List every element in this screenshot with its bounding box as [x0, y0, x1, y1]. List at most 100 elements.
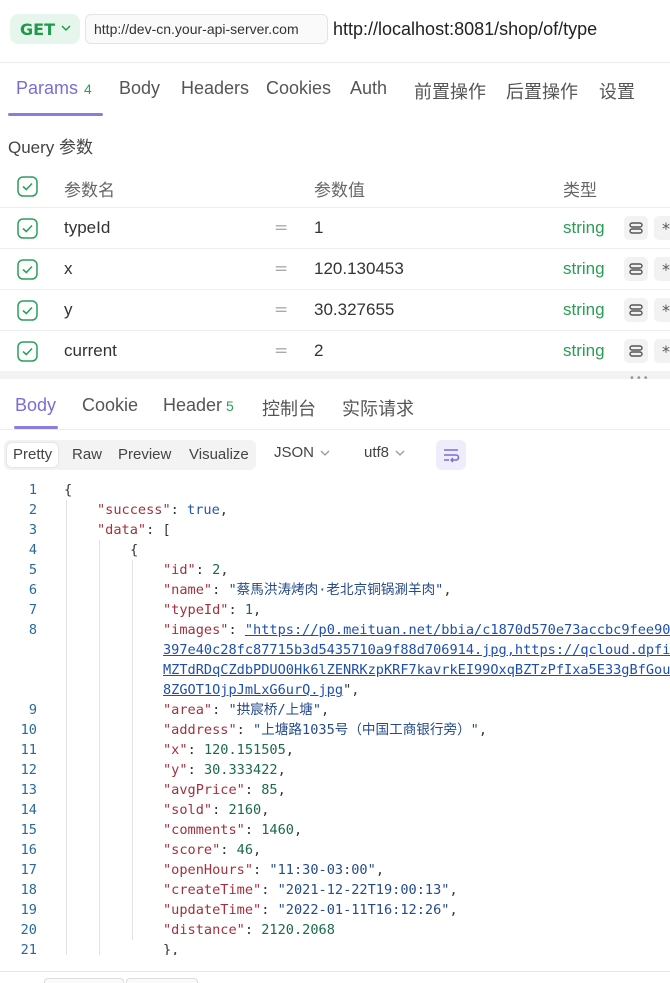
response-tab-cookie[interactable]: Cookie [82, 395, 138, 416]
json-key: "address" [163, 722, 237, 738]
json-key: "x" [163, 742, 188, 758]
param-type[interactable]: string [563, 300, 605, 320]
code-text: "id": 2, [163, 560, 229, 580]
panel-splitter[interactable] [0, 371, 670, 379]
json-key: "distance" [163, 922, 245, 938]
line-number: 15 [20, 822, 37, 838]
code-text: "data": [ [97, 520, 171, 540]
json-key: "createTime" [163, 882, 262, 898]
json-value[interactable]: MZTdRDqCZdbPDUO0Hk6lZENRKzpKRF7kavrkEI99… [163, 662, 670, 678]
param-checkbox[interactable] [17, 218, 38, 239]
code-text: { [64, 480, 72, 500]
mode-visualize[interactable]: Visualize [183, 443, 255, 467]
json-punctuation: , [293, 822, 303, 838]
json-value: 2120.2068 [261, 922, 335, 938]
link-icon[interactable] [624, 257, 648, 281]
params-count: 4 [84, 81, 92, 97]
tab-headers[interactable]: Headers [181, 78, 249, 99]
param-checkbox[interactable] [17, 300, 38, 321]
json-key: "avgPrice" [163, 782, 245, 798]
mode-preview[interactable]: Preview [112, 443, 177, 467]
tab-auth[interactable]: Auth [350, 78, 387, 99]
encoding-select[interactable]: utf8 [364, 444, 405, 461]
json-value[interactable]: 397e40c28fc87715b3d5435710a9f88d706914.j… [163, 642, 670, 658]
bottom-panel-tab[interactable] [44, 978, 124, 983]
json-punctuation: , [277, 782, 286, 798]
link-icon[interactable] [624, 298, 648, 322]
param-name[interactable]: typeId [64, 218, 110, 238]
line-number: 14 [20, 802, 37, 818]
more-icon[interactable]: * [654, 298, 670, 322]
code-line: 8 "images": "https://p0.meituan.net/bbia/… [0, 620, 670, 640]
tab-params[interactable]: Params 4 [16, 78, 92, 99]
line-number: 17 [20, 862, 37, 878]
url-input[interactable] [333, 14, 670, 44]
json-key: "images" [163, 622, 229, 638]
param-name[interactable]: y [64, 300, 73, 320]
environment-select[interactable]: http://dev-cn.your-api-server.com [85, 14, 328, 44]
colon: : [187, 742, 204, 758]
line-number: 7 [28, 602, 37, 618]
select-all-checkbox[interactable] [17, 176, 38, 197]
chevron-down-icon [61, 25, 71, 32]
colon: : [212, 702, 229, 718]
code-line: 5 "id": 2, [0, 560, 670, 580]
more-icon[interactable]: * [654, 339, 670, 363]
active-tab-indicator [8, 113, 103, 116]
drag-handle-icon[interactable]: ••• [629, 373, 650, 384]
json-punctuation: , [277, 762, 286, 778]
tab-post-operations[interactable]: 后置操作 [506, 78, 578, 104]
url-bar: GET http://dev-cn.your-api-server.com [0, 0, 670, 62]
request-tabs: Params 4 Body Headers Cookies Auth 前置操作 后… [0, 66, 670, 116]
param-name[interactable]: current [64, 341, 117, 361]
more-icon[interactable]: * [654, 216, 670, 240]
link-icon[interactable] [624, 216, 648, 240]
tab-body[interactable]: Body [119, 78, 160, 99]
code-text: 397e40c28fc87715b3d5435710a9f88d706914.j… [163, 640, 670, 660]
bottom-panel-tab[interactable] [126, 978, 198, 983]
code-text: MZTdRDqCZdbPDUO0Hk6lZENRKzpKRF7kavrkEI99… [163, 660, 670, 680]
response-tab-console[interactable]: 控制台 [262, 395, 316, 421]
code-line: 13 "avgPrice": 85, [0, 780, 670, 800]
json-value: "拱宸桥/上塘" [228, 702, 322, 718]
param-type[interactable]: string [563, 259, 605, 279]
param-value[interactable]: 1 [314, 218, 323, 238]
format-select[interactable]: JSON [274, 444, 330, 461]
word-wrap-button[interactable] [436, 440, 466, 470]
method-select[interactable]: GET [10, 14, 80, 44]
tab-cookies[interactable]: Cookies [266, 78, 331, 99]
code-line: 10 "address": "上塘路1035号（中国工商银行旁）", [0, 720, 670, 740]
response-tab-body[interactable]: Body [15, 395, 56, 416]
param-type[interactable]: string [563, 218, 605, 238]
mode-raw[interactable]: Raw [66, 443, 108, 467]
tab-settings[interactable]: 设置 [599, 78, 635, 104]
more-icon[interactable]: * [654, 257, 670, 281]
equals-sign: = [274, 218, 289, 238]
json-value[interactable]: 8ZGOT1OjpJmLxG6urQ.jpg [163, 682, 343, 698]
code-line: 20 "distance": 2120.2068 [0, 920, 670, 940]
line-number: 6 [28, 582, 37, 598]
param-checkbox[interactable] [17, 341, 38, 362]
line-number: 16 [20, 842, 37, 858]
response-tab-actual-request[interactable]: 实际请求 [342, 395, 414, 421]
param-checkbox[interactable] [17, 259, 38, 280]
code-line: 16 "score": 46, [0, 840, 670, 860]
param-type[interactable]: string [563, 341, 605, 361]
json-punctuation: , [478, 722, 488, 738]
link-icon[interactable] [624, 339, 648, 363]
code-line: 397e40c28fc87715b3d5435710a9f88d706914.j… [0, 640, 670, 660]
param-value[interactable]: 2 [314, 341, 323, 361]
param-name[interactable]: x [64, 259, 73, 279]
param-value[interactable]: 30.327655 [314, 300, 394, 320]
response-tab-header[interactable]: Header 5 [163, 395, 234, 416]
param-value[interactable]: 120.130453 [314, 259, 404, 279]
json-value[interactable]: "https://p0.meituan.net/bbia/c1870d570e7… [245, 622, 670, 638]
mode-pretty[interactable]: Pretty [7, 443, 59, 467]
response-code-view[interactable]: 1{2 "success": true, 3 "data": [4{5 "id": 2,… [0, 480, 670, 955]
json-value: [ [162, 522, 171, 538]
json-key: "comments" [163, 822, 245, 838]
line-number: 1 [28, 482, 37, 498]
tab-pre-operations[interactable]: 前置操作 [414, 78, 486, 104]
colon: : [187, 762, 204, 778]
code-line: MZTdRDqCZdbPDUO0Hk6lZENRKzpKRF7kavrkEI99… [0, 660, 670, 680]
